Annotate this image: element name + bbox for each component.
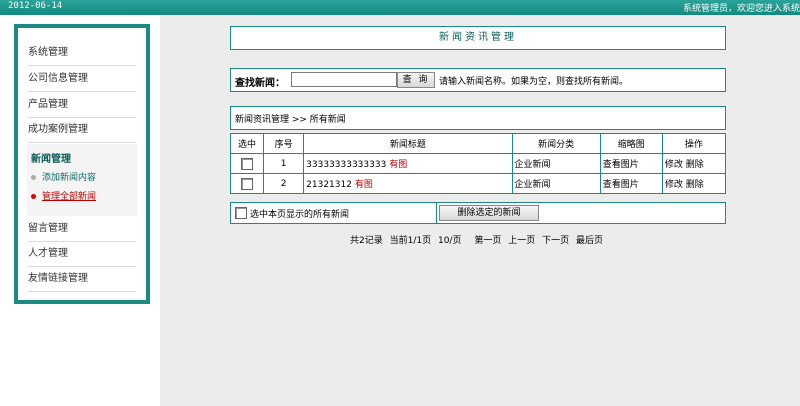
- row-title[interactable]: 21321312: [306, 180, 352, 190]
- row-title-cell: 33333333333333 有图: [303, 153, 513, 174]
- pager-total: 共2记录: [350, 236, 383, 246]
- sidebar-item-cases[interactable]: 成功案例管理: [28, 117, 136, 143]
- row-title[interactable]: 33333333333333: [306, 160, 386, 170]
- row-category: 企业新闻: [511, 173, 601, 194]
- col-header-thumbnail: 缩略图: [599, 133, 663, 154]
- row-index: 1: [263, 153, 305, 174]
- sidebar-item-talent[interactable]: 人才管理: [28, 241, 136, 267]
- row-select-cell: [229, 173, 265, 194]
- sidebar-section-title[interactable]: 新闻管理: [31, 150, 71, 165]
- view-image-link[interactable]: 查看图片: [599, 153, 663, 174]
- sidebar-subitem-label: 添加新闻内容: [42, 173, 97, 183]
- welcome-text: 系统管理员，欢迎您进入系统: [682, 4, 800, 14]
- select-all-label: 选中本页显示的所有新闻: [250, 210, 350, 220]
- pager-first[interactable]: 第一页: [474, 236, 501, 246]
- row-actions: 修改 删除: [661, 173, 727, 194]
- breadcrumb: 新闻资讯管理 >> 所有新闻: [230, 106, 726, 130]
- pager-prev[interactable]: 上一页: [508, 236, 535, 246]
- edit-link[interactable]: 修改: [665, 160, 683, 170]
- bulk-actions: 选中本页显示的所有新闻 删除选定的新闻: [230, 202, 726, 224]
- sidebar: 系统管理 公司信息管理 产品管理 成功案例管理 新闻管理 添加新闻内容 管理全部…: [14, 24, 150, 304]
- delete-link[interactable]: 删除: [686, 160, 704, 170]
- sidebar-subitem-label: 管理全部新闻: [42, 192, 97, 202]
- search-label: 查找新闻：: [235, 78, 285, 89]
- has-image-tag: 有图: [389, 160, 408, 170]
- pager-last[interactable]: 最后页: [576, 236, 603, 246]
- sidebar-item-system[interactable]: 系统管理: [28, 40, 136, 66]
- pager-next[interactable]: 下一页: [542, 236, 569, 246]
- sidebar-item-products[interactable]: 产品管理: [28, 92, 136, 118]
- sidebar-subitem-manage-news[interactable]: 管理全部新闻: [31, 189, 96, 202]
- page-title: 新闻资讯管理: [230, 26, 726, 50]
- view-image-link[interactable]: 查看图片: [599, 173, 663, 194]
- select-all-checkbox[interactable]: [235, 207, 247, 219]
- delete-selected-button[interactable]: 删除选定的新闻: [439, 205, 539, 221]
- pagination: 共2记录 当前1/1页 10/页 第一页 上一页 下一页 最后页: [350, 233, 607, 246]
- table-row: 1 33333333333333 有图 企业新闻 查看图片 修改 删除: [229, 153, 727, 174]
- divider: [436, 203, 437, 223]
- search-hint: 请输入新闻名称。如果为空，则查找所有新闻。: [439, 77, 629, 87]
- row-checkbox[interactable]: [241, 157, 254, 170]
- breadcrumb-text: 新闻资讯管理 >> 所有新闻: [235, 115, 346, 125]
- search-input[interactable]: [291, 72, 397, 87]
- col-header-category: 新闻分类: [511, 133, 601, 154]
- sidebar-item-messages[interactable]: 留言管理: [28, 216, 136, 242]
- col-header-select: 选中: [229, 133, 265, 154]
- row-select-cell: [229, 153, 265, 174]
- search-bar: 查找新闻： 查 询 请输入新闻名称。如果为空，则查找所有新闻。: [230, 68, 726, 92]
- sidebar-item-links[interactable]: 友情链接管理: [28, 266, 136, 292]
- table-row: 2 21321312 有图 企业新闻 查看图片 修改 删除: [229, 173, 727, 194]
- col-header-actions: 操作: [661, 133, 727, 154]
- news-table: 选中 序号 新闻标题 新闻分类 缩略图 操作 1 33333333333333 …: [229, 133, 727, 194]
- pager-current: 当前1/1页: [389, 236, 432, 246]
- col-header-index: 序号: [263, 133, 305, 154]
- bullet-icon: [31, 175, 36, 180]
- row-category: 企业新闻: [511, 153, 601, 174]
- delete-link[interactable]: 删除: [686, 180, 704, 190]
- row-title-cell: 21321312 有图: [303, 173, 513, 194]
- sidebar-item-company-info[interactable]: 公司信息管理: [28, 66, 136, 92]
- sidebar-section-news: 新闻管理 添加新闻内容 管理全部新闻: [27, 144, 137, 216]
- sidebar-subitem-add-news[interactable]: 添加新闻内容: [31, 170, 96, 183]
- has-image-tag: 有图: [354, 180, 373, 190]
- row-index: 2: [263, 173, 305, 194]
- row-checkbox[interactable]: [241, 177, 254, 190]
- search-button[interactable]: 查 询: [397, 72, 435, 88]
- bullet-icon: [31, 194, 36, 199]
- edit-link[interactable]: 修改: [665, 180, 683, 190]
- header-date: 2012-06-14: [8, 1, 63, 11]
- col-header-title: 新闻标题: [303, 133, 513, 154]
- top-bar: 2012-06-14 系统管理员，欢迎您进入系统: [0, 0, 800, 15]
- row-actions: 修改 删除: [661, 153, 727, 174]
- pager-per-page: 10/页: [437, 236, 462, 246]
- table-header-row: 选中 序号 新闻标题 新闻分类 缩略图 操作: [229, 133, 727, 154]
